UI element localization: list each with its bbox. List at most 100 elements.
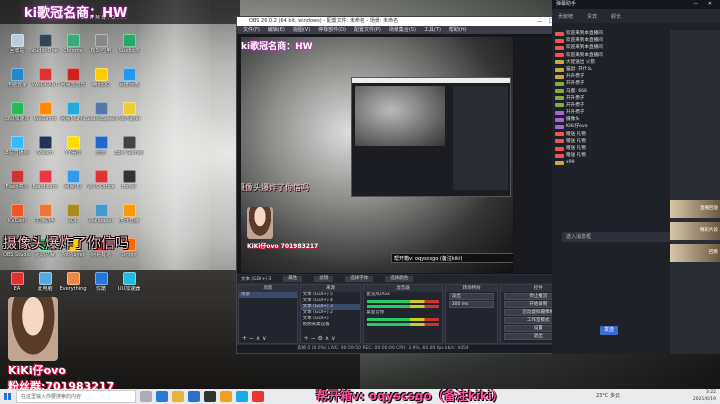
- transition-duration[interactable]: 300 ms: [448, 301, 495, 308]
- start-button[interactable]: [0, 389, 14, 404]
- user-badge: [555, 74, 564, 79]
- user-badge: [555, 125, 564, 130]
- desktop-icon-label: Chrome: [63, 48, 83, 54]
- scene-item[interactable]: 场景: [239, 292, 297, 298]
- replay-thumbnail[interactable]: 精彩片段: [670, 222, 720, 240]
- desktop-volume-meter[interactable]: [367, 323, 439, 326]
- desktop-icon[interactable]: 网易云音乐: [58, 68, 88, 102]
- chat-message: KiKi仔ovo: [552, 123, 670, 130]
- obs-menu-item[interactable]: 视图(V): [293, 26, 310, 34]
- chat-message: 赠送 礼物: [552, 145, 670, 152]
- app-icon: [66, 102, 80, 115]
- mic-volume-meter[interactable]: [367, 300, 439, 303]
- chat-title: 弹幕助手 — ✕: [552, 0, 720, 9]
- nested-titlebar: [352, 78, 510, 83]
- chat-message-text: 摄像头: [566, 117, 580, 123]
- desktop-icon[interactable]: WeGame: [30, 102, 60, 136]
- desktop-icon[interactable]: Chrome: [58, 34, 88, 68]
- obs-preview[interactable]: ki歌冠名商：HW 摄像头爆炸了你信吗 KiKi仔ovo 701983217 帮…: [237, 34, 577, 274]
- chat-tab[interactable]: 贡献榜: [558, 13, 573, 20]
- desktop-icon[interactable]: PotPlayer: [114, 102, 144, 136]
- user-badge: [555, 89, 564, 94]
- scene-buttons[interactable]: + − ∧ ∨: [242, 335, 267, 342]
- edge-icon[interactable]: [156, 391, 168, 402]
- desktop-icon[interactable]: Studio 5: [114, 34, 144, 68]
- mixer-desktop-label: 桌面音频: [366, 310, 385, 315]
- bottom-banner: 帮开箱v: oqyscsgo（备注kiki）: [316, 389, 504, 403]
- desktop-icon-label: WPS Office: [87, 184, 115, 190]
- obs-window[interactable]: OBS 26.0.2 (64 bit, windows) - 配置文件: 未命名…: [236, 16, 577, 354]
- folder-icon[interactable]: [172, 391, 184, 402]
- desktop-icon[interactable]: B站直播姬: [2, 136, 32, 170]
- desktop-icon[interactable]: VALORANT: [30, 68, 60, 102]
- desktop-icon[interactable]: 腾讯QQ: [86, 68, 116, 102]
- chat-tab[interactable]: 舰长: [611, 13, 621, 20]
- taskbar-search[interactable]: 在这里输入你要搜索的内容: [16, 390, 136, 403]
- obs-menu-item[interactable]: 帮助(H): [449, 26, 467, 34]
- desktop-icon[interactable]: WPS Office: [86, 170, 116, 204]
- chat-send-button[interactable]: 发送: [600, 326, 618, 335]
- desktop-icon[interactable]: 回收站: [2, 34, 32, 68]
- mic-volume-meter[interactable]: [367, 305, 439, 308]
- store-icon[interactable]: [188, 391, 200, 402]
- obs-menu-item[interactable]: 编辑(E): [268, 26, 285, 34]
- source-item[interactable]: 视频采集设备: [301, 322, 361, 328]
- obs-menu-item[interactable]: 文件(F): [243, 26, 260, 34]
- obs-taskbar-icon[interactable]: [204, 391, 216, 402]
- desktop-icon[interactable]: 迅雷: [86, 136, 116, 170]
- chat-message-text: 升升攒子: [566, 110, 585, 116]
- obs-titlebar[interactable]: OBS 26.0.2 (64 bit, windows) - 配置文件: 未命名…: [237, 17, 575, 26]
- desktop-icon[interactable]: YY语音: [58, 136, 88, 170]
- preview-canvas[interactable]: ki歌冠名商：HW 摄像头爆炸了你信吗 KiKi仔ovo 701983217 帮…: [241, 37, 513, 273]
- chat-message-list[interactable]: 欢迎来到本直播间 欢迎来到本直播间 欢迎来到本直播间 欢迎来到本直播间 大佬送出 火箭猫…: [552, 30, 670, 167]
- source-toolbar-button[interactable]: 选择字体: [345, 276, 374, 282]
- app-icon: [10, 136, 24, 149]
- replay-thumbnail[interactable]: 回看: [670, 244, 720, 262]
- desktop-icon[interactable]: 360加速球: [2, 102, 32, 136]
- desktop-icon-label: 360加速球: [4, 116, 30, 122]
- app-taskbar-icon[interactable]: [220, 391, 232, 402]
- task-view-icon[interactable]: [140, 391, 152, 402]
- desktop-icon[interactable]: Flash中心: [2, 170, 32, 204]
- desktop-icon[interactable]: Steam: [30, 136, 60, 170]
- desktop-icon[interactable]: Epic Games: [114, 136, 144, 170]
- chat-window-controls[interactable]: — ✕: [693, 0, 716, 9]
- desktop-volume-meter[interactable]: [367, 318, 439, 321]
- desktop-icon-label: VALORANT: [31, 82, 59, 88]
- desktop-icon[interactable]: BJS_应用: [86, 34, 116, 68]
- source-buttons[interactable]: + − ⚙ ∧ ∨: [304, 335, 336, 342]
- chat-message: 赠送 礼物: [552, 152, 670, 159]
- chat-message: 欢迎来到本直播间: [552, 52, 670, 59]
- desktop-icon-label: UU加速器: [117, 286, 141, 292]
- chat-message-text: 赠送 礼物: [566, 146, 586, 151]
- desktop-icon[interactable]: 优酷: [86, 272, 116, 306]
- source-toolbar-button[interactable]: 选择颜色: [385, 276, 414, 282]
- system-clock[interactable]: 3:22 2021/6/19: [693, 389, 716, 404]
- user-badge: [555, 38, 564, 43]
- replay-thumbnail[interactable]: 直播回放: [670, 200, 720, 218]
- desktop-icon[interactable]: 网易MuMu: [58, 102, 88, 136]
- chat-tab[interactable]: 贵宾: [587, 13, 597, 20]
- chat-input[interactable]: 送入消息框: [562, 232, 670, 242]
- desktop-icon[interactable]: 网易UU: [58, 170, 88, 204]
- desktop-icon[interactable]: Bandicam: [30, 170, 60, 204]
- weather-widget[interactable]: 23°C 多云: [596, 389, 620, 404]
- obs-menu-item[interactable]: 停靠部件(D): [318, 26, 346, 34]
- windows-icon: [3, 393, 11, 400]
- transition-select[interactable]: 淡出: [448, 293, 495, 300]
- obs-statusbar: 丢帧 0 (0.0%) LIVE: 00:59:50 REC: 00:00:00…: [237, 345, 577, 353]
- source-toolbar-button[interactable]: 属性: [283, 276, 303, 282]
- desktop-icon[interactable]: 电脑管家: [2, 68, 32, 102]
- desktop-icon[interactable]: Everything: [58, 272, 88, 306]
- obs-menu-item[interactable]: 场景集合(S): [389, 26, 416, 34]
- source-toolbar-button[interactable]: 滤镜: [314, 276, 334, 282]
- desktop-icon[interactable]: Hover: [114, 170, 144, 204]
- desktop-icon[interactable]: SoundSpeed: [86, 102, 116, 136]
- obs-menu-item[interactable]: 工具(T): [424, 26, 441, 34]
- desktop-icon-label: 主播助手: [34, 218, 55, 224]
- obs-menu-item[interactable]: 配置文件(P): [354, 26, 381, 34]
- desktop-icon[interactable]: Studio One 3.7: [30, 34, 60, 68]
- desktop-icon-label: Hover: [121, 184, 137, 190]
- desktop-icon[interactable]: UU加速器: [114, 272, 144, 306]
- desktop-icon[interactable]: 百度网盘: [114, 68, 144, 102]
